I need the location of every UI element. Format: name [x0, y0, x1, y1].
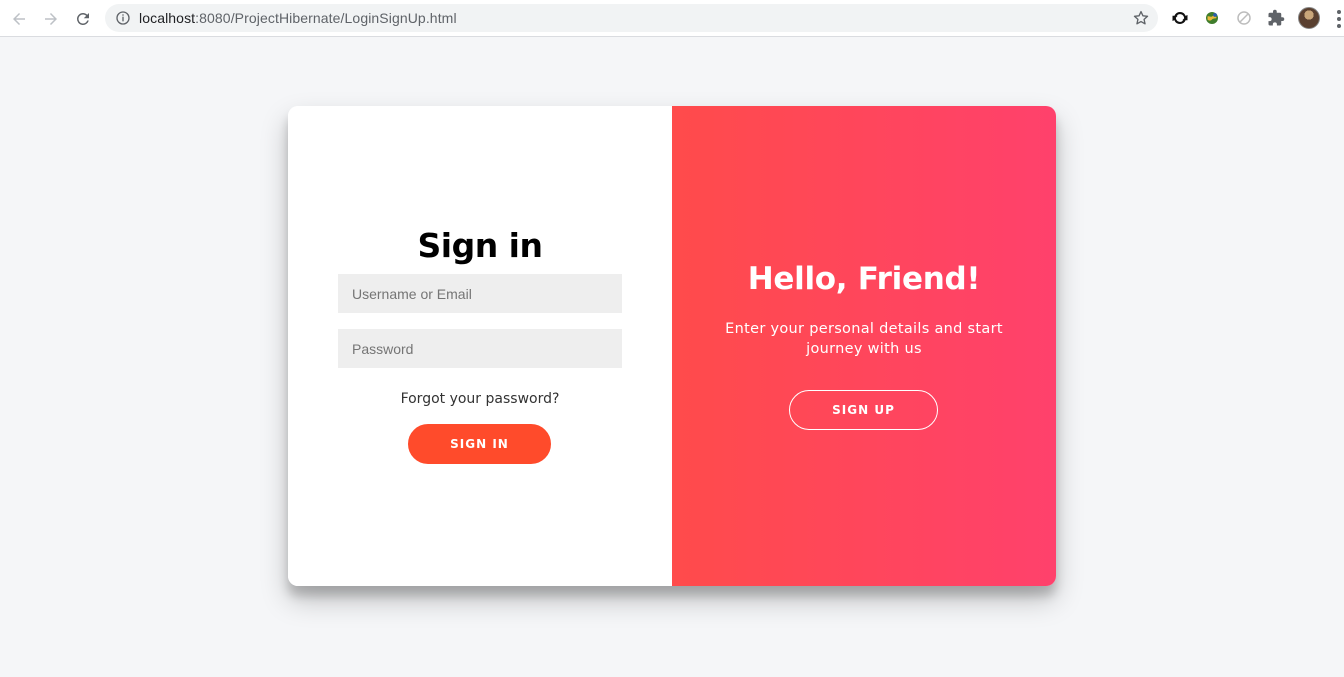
password-input[interactable] — [338, 329, 622, 368]
extension-blocked-icon[interactable] — [1234, 8, 1254, 28]
browser-toolbar: localhost:8080/ProjectHibernate/LoginSig… — [0, 0, 1344, 37]
signup-button[interactable]: SIGN UP — [789, 390, 938, 430]
auth-card: Sign in Forgot your password? SIGN IN He… — [288, 106, 1056, 586]
kebab-menu-icon[interactable] — [1334, 9, 1344, 29]
signin-panel: Sign in Forgot your password? SIGN IN — [288, 106, 672, 586]
url-text[interactable]: localhost:8080/ProjectHibernate/LoginSig… — [139, 10, 457, 26]
url-host: localhost — [139, 10, 196, 26]
address-bar[interactable]: localhost:8080/ProjectHibernate/LoginSig… — [105, 4, 1158, 32]
reload-icon[interactable] — [72, 8, 94, 30]
overlay-title: Hello, Friend! — [747, 261, 981, 297]
star-icon[interactable] — [1132, 9, 1150, 27]
forgot-password-link[interactable]: Forgot your password? — [288, 391, 672, 407]
overlay-text: Enter your personal details and start jo… — [725, 321, 1003, 357]
forward-arrow-icon[interactable] — [40, 8, 62, 30]
url-path: :8080/ProjectHibernate/LoginSignUp.html — [195, 10, 457, 26]
extension-globe-icon[interactable] — [1202, 8, 1222, 28]
extension-sync-icon[interactable] — [1170, 8, 1190, 28]
back-arrow-icon[interactable] — [8, 8, 30, 30]
signin-title: Sign in — [417, 226, 544, 265]
puzzle-icon[interactable] — [1266, 8, 1286, 28]
signin-button[interactable]: SIGN IN — [408, 424, 551, 464]
signup-overlay-panel: Hello, Friend! Enter your personal detai… — [672, 106, 1056, 586]
info-icon[interactable] — [115, 10, 131, 26]
profile-avatar[interactable] — [1298, 7, 1320, 29]
username-input[interactable] — [338, 274, 622, 313]
